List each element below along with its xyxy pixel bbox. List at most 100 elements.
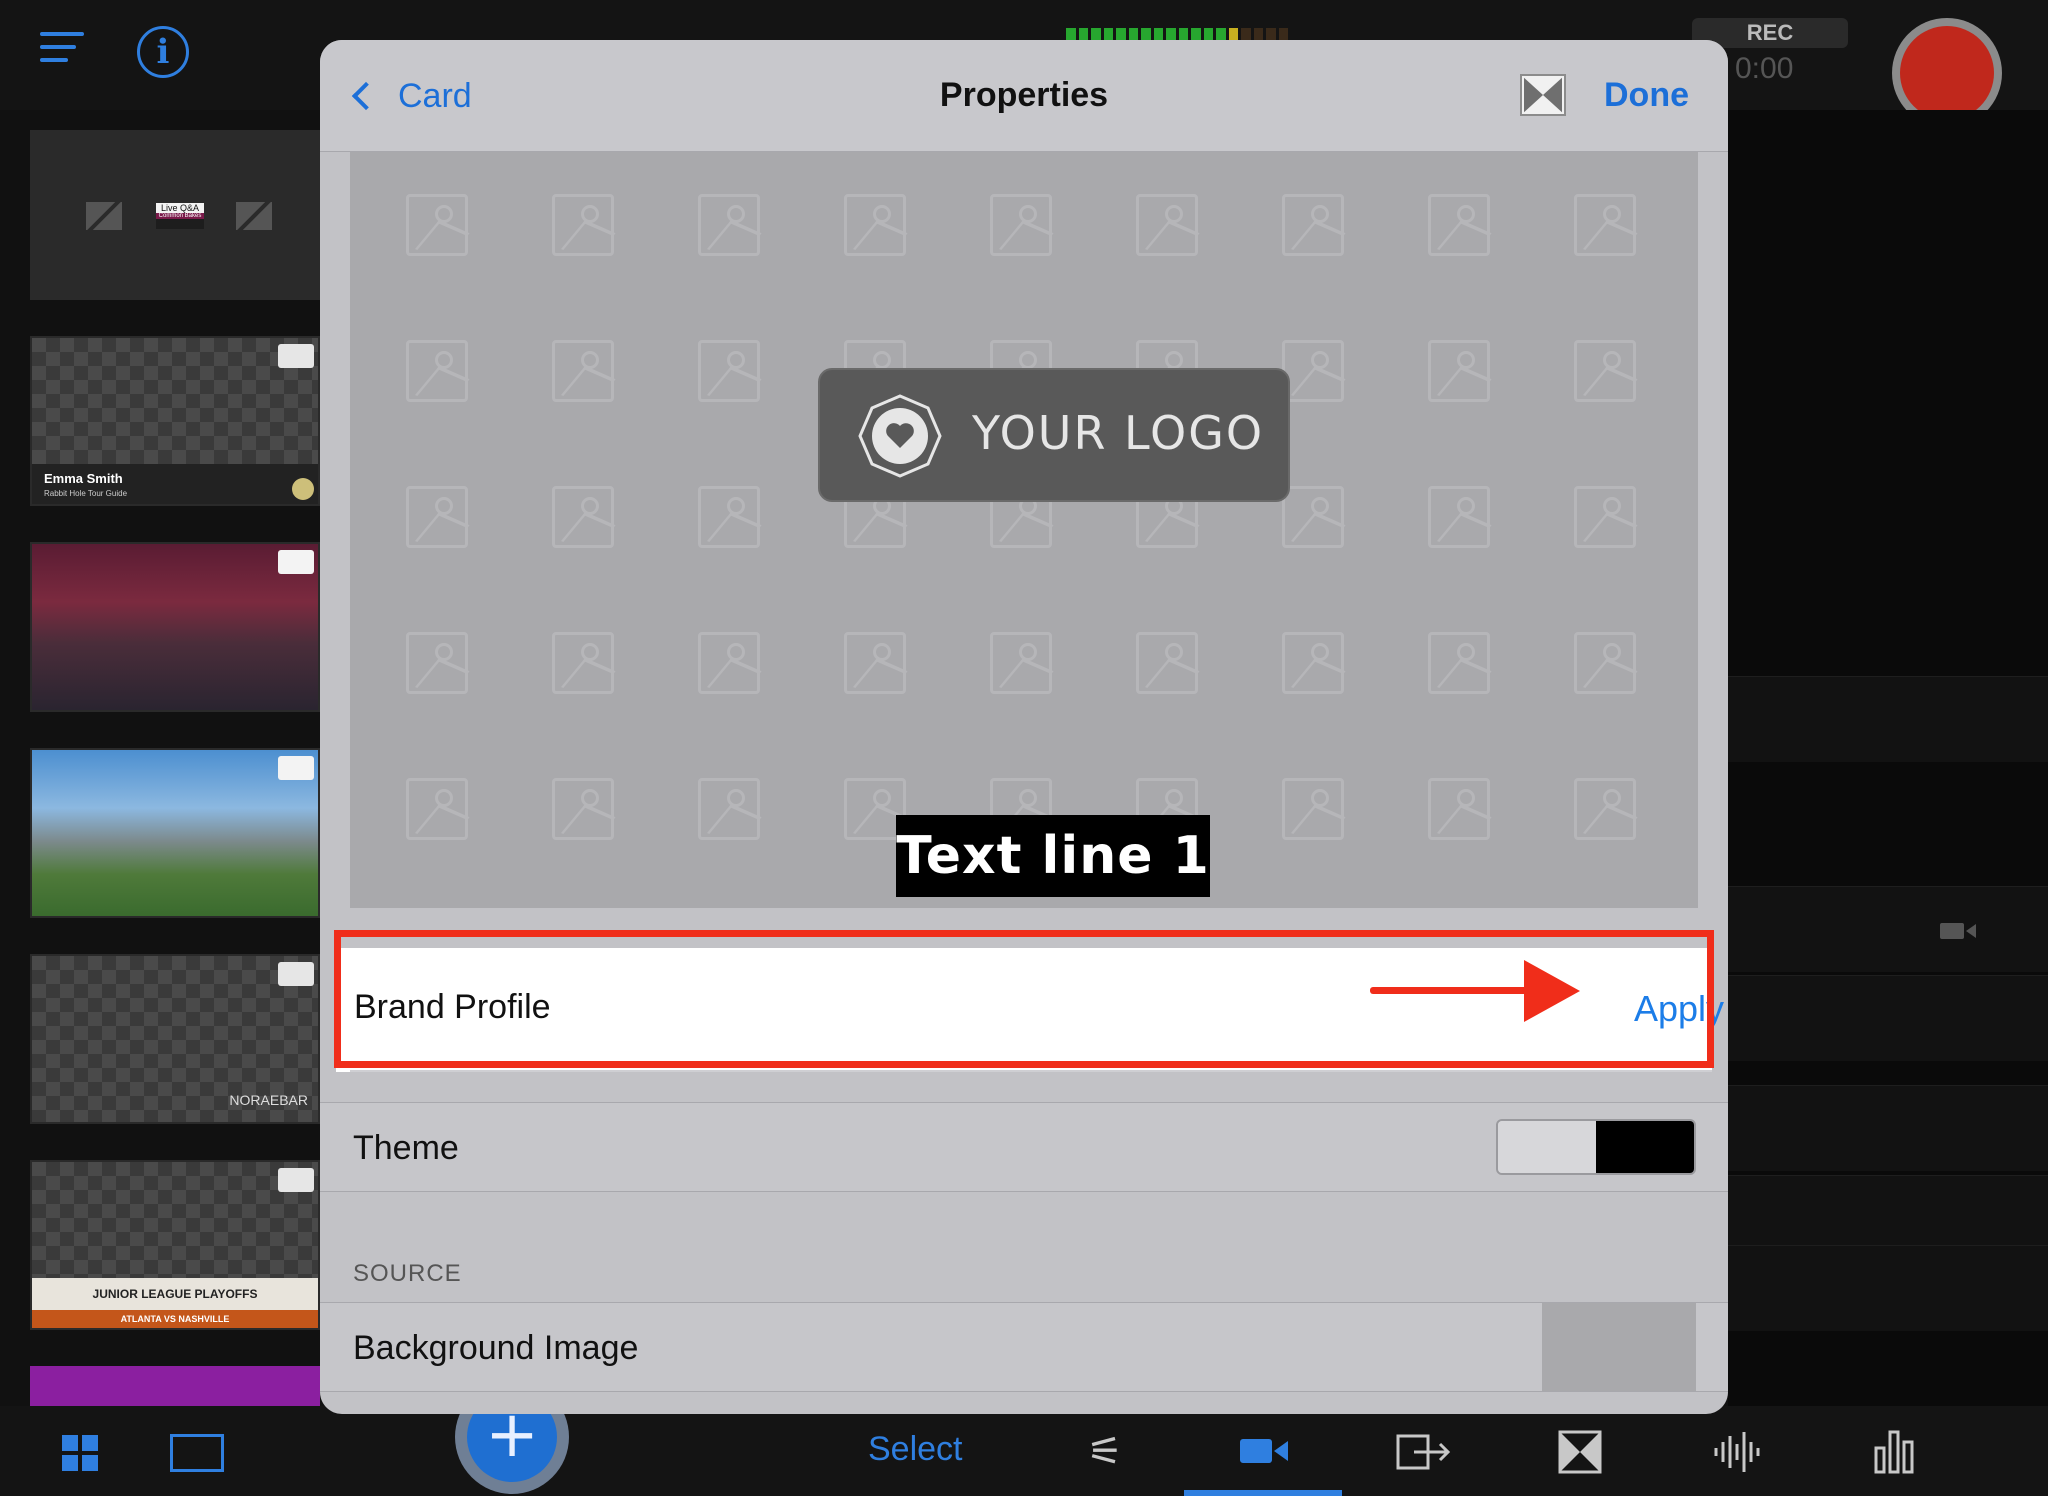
live-qa-graphic: Live Q&A Common Bakes xyxy=(156,203,204,229)
grid-view-icon[interactable] xyxy=(62,1435,98,1471)
info-icon[interactable]: i xyxy=(137,26,189,78)
image-placeholder-icon xyxy=(844,632,906,694)
nav-bar: Card Properties Done xyxy=(320,40,1728,152)
image-placeholder-icon xyxy=(552,632,614,694)
thumbnail-scoreboard[interactable]: JUNIOR LEAGUE PLAYOFFS ATLANTA VS NASHVI… xyxy=(30,1160,320,1330)
image-placeholder-icon xyxy=(406,486,468,548)
transition-icon[interactable] xyxy=(1558,1430,1602,1474)
theme-option-dark[interactable] xyxy=(1596,1121,1694,1173)
layout-icon[interactable] xyxy=(170,1434,224,1472)
image-placeholder-icon xyxy=(1136,632,1198,694)
image-placeholder-icon xyxy=(990,632,1052,694)
image-placeholder-icon xyxy=(1574,340,1636,402)
thumbnail-subtitle: Rabbit Hole Tour Guide xyxy=(44,489,128,498)
select-tab[interactable]: Select xyxy=(868,1430,963,1469)
brand-profile-label: Brand Profile xyxy=(354,988,551,1026)
image-placeholder-icon xyxy=(406,632,468,694)
brand-logo-icon xyxy=(292,478,314,500)
image-placeholder-icon xyxy=(1282,486,1344,548)
image-placeholder-icon xyxy=(406,194,468,256)
stats-icon[interactable] xyxy=(1872,1428,1916,1474)
theme-label: Theme xyxy=(353,1129,459,1167)
image-placeholder-icon xyxy=(1282,340,1344,402)
image-placeholder-icon xyxy=(1574,632,1636,694)
image-placeholder-icon xyxy=(844,194,906,256)
thumbnail-concert-photo[interactable] xyxy=(30,542,320,712)
logo-placeholder: YOUR LOGO xyxy=(818,368,1290,502)
image-placeholder-icon xyxy=(1574,486,1636,548)
properties-sheet: Card Properties Done YOUR LOGO Text line… xyxy=(320,40,1728,1414)
image-placeholder-icon xyxy=(698,486,760,548)
layers-icon xyxy=(278,1168,314,1192)
camera-off-icon xyxy=(84,196,124,236)
image-placeholder-icon xyxy=(1428,194,1490,256)
thumbnail-subtitle: ATLANTA VS NASHVILLE xyxy=(32,1310,318,1328)
right-panel-row[interactable] xyxy=(1728,1245,2048,1331)
right-panel-row[interactable] xyxy=(1728,886,2048,972)
right-panel-row[interactable] xyxy=(1728,676,2048,762)
image-placeholder-icon xyxy=(1428,632,1490,694)
camera-icon xyxy=(1940,923,1976,939)
camera-icon[interactable] xyxy=(1240,1436,1288,1466)
active-tab-indicator xyxy=(1184,1490,1342,1496)
card-preview: YOUR LOGO Text line 1 xyxy=(350,152,1698,908)
thumbnail-title: Live Q&A xyxy=(156,203,204,213)
thumbnail-title: NORAEBAR xyxy=(229,1092,308,1108)
placeholder-pattern xyxy=(350,152,1698,908)
background-image-swatch[interactable] xyxy=(1542,1303,1696,1391)
image-placeholder-icon xyxy=(552,340,614,402)
thumbnail-live-qa[interactable]: Live Q&A Common Bakes xyxy=(30,130,320,300)
camera-off-icon xyxy=(234,196,274,236)
image-placeholder-icon xyxy=(552,486,614,548)
image-placeholder-icon xyxy=(552,194,614,256)
image-placeholder-icon xyxy=(1428,778,1490,840)
image-placeholder-icon xyxy=(1136,194,1198,256)
menu-icon[interactable] xyxy=(40,32,84,68)
transition-icon[interactable] xyxy=(1520,74,1566,116)
rec-timer: 0:00 xyxy=(1735,52,1794,85)
image-placeholder-icon xyxy=(1428,340,1490,402)
image-placeholder-icon xyxy=(698,632,760,694)
audio-icon[interactable] xyxy=(1712,1430,1762,1474)
right-panel-row[interactable] xyxy=(1728,1085,2048,1171)
image-placeholder-icon xyxy=(990,194,1052,256)
image-placeholder-icon xyxy=(1282,778,1344,840)
heart-icon xyxy=(858,394,942,478)
thumbnail-lower-third[interactable]: Emma Smith Rabbit Hole Tour Guide xyxy=(30,336,320,506)
thumbnail-logo-overlay[interactable]: NORAEBAR xyxy=(30,954,320,1124)
annotation-arrow-head xyxy=(1524,960,1580,1022)
image-placeholder-icon xyxy=(1574,194,1636,256)
output-icon[interactable] xyxy=(1396,1432,1452,1472)
divider xyxy=(350,1070,1712,1072)
background-image-row[interactable]: Background Image xyxy=(320,1302,1728,1392)
image-placeholder-icon xyxy=(1282,194,1344,256)
apply-button[interactable]: Apply xyxy=(1634,988,1724,1030)
theme-option-light[interactable] xyxy=(1498,1121,1596,1173)
right-panel-row[interactable] xyxy=(1728,975,2048,1061)
layers-icon xyxy=(278,962,314,986)
page-title: Properties xyxy=(939,76,1109,114)
image-placeholder-icon xyxy=(406,778,468,840)
layers-icon xyxy=(278,344,314,368)
thumbnail-title: JUNIOR LEAGUE PLAYOFFS xyxy=(32,1278,318,1310)
done-button[interactable]: Done xyxy=(1604,76,1689,115)
sliders-icon[interactable]: ⚟ xyxy=(1080,1428,1130,1476)
image-placeholder-icon xyxy=(698,778,760,840)
background-image-label: Background Image xyxy=(353,1329,639,1367)
image-placeholder-icon xyxy=(552,778,614,840)
image-placeholder-icon xyxy=(1428,486,1490,548)
image-placeholder-icon xyxy=(698,340,760,402)
thumbnail-partial[interactable] xyxy=(30,1366,320,1406)
image-icon xyxy=(278,550,314,574)
logo-text: YOUR LOGO xyxy=(972,406,1265,460)
annotation-arrow xyxy=(1370,987,1540,994)
image-placeholder-icon xyxy=(1574,778,1636,840)
brand-profile-row[interactable]: Brand Profile Apply xyxy=(336,948,1724,1072)
image-placeholder-icon xyxy=(698,194,760,256)
thumbnail-subtitle: Common Bakes xyxy=(156,213,204,219)
theme-toggle[interactable] xyxy=(1496,1119,1696,1175)
thumbnail-city-photo[interactable] xyxy=(30,748,320,918)
image-placeholder-icon xyxy=(406,340,468,402)
text-line-1: Text line 1 xyxy=(896,815,1210,897)
image-placeholder-icon xyxy=(1282,632,1344,694)
